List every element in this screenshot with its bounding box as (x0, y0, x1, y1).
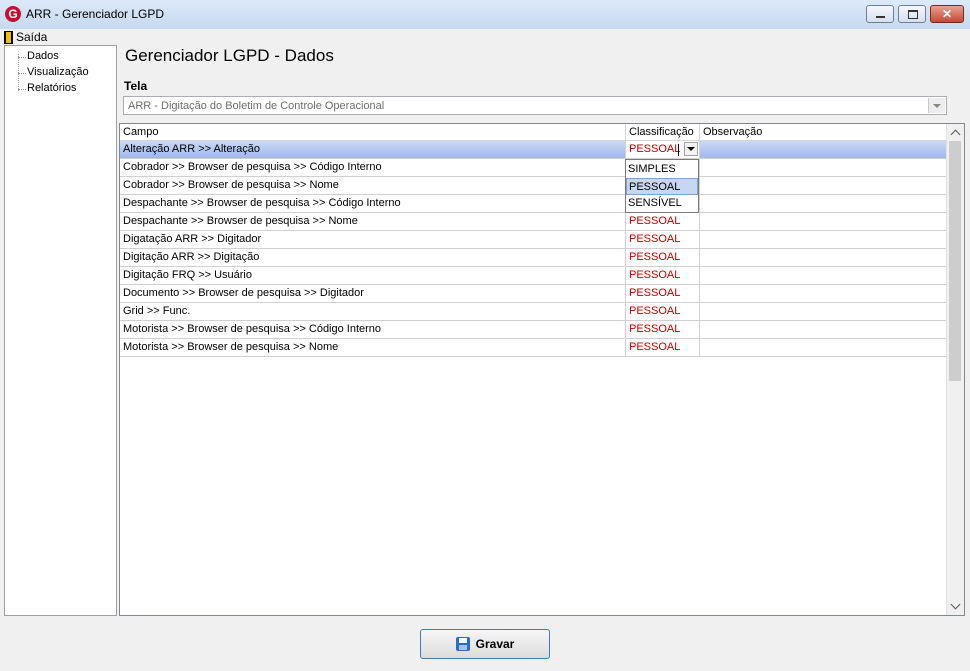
campo-cell[interactable]: Grid >> Func. (120, 303, 626, 321)
table-row[interactable]: Documento >> Browser de pesquisa >> Digi… (120, 285, 948, 303)
classificacao-editor-value: PESSOAL (629, 143, 681, 155)
classificacao-dropdown-list: SIMPLES PESSOAL SENSÍVEL (625, 159, 699, 213)
table-row[interactable]: Cobrador >> Browser de pesquisa >> Códig… (120, 159, 948, 177)
maximize-icon (908, 10, 918, 19)
table-row[interactable]: Digitação FRQ >> Usuário PESSOAL (120, 267, 948, 285)
tree-item-relatorios[interactable]: Relatórios (27, 82, 77, 94)
text-caret (678, 144, 679, 156)
observacao-cell[interactable] (700, 303, 948, 321)
classificacao-cell[interactable]: PESSOAL (626, 249, 700, 267)
tela-select-value: ARR - Digitação do Boletim de Controle O… (128, 100, 385, 112)
classificacao-cell[interactable]: PESSOAL (626, 267, 700, 285)
column-header-classificacao[interactable]: Classificação (626, 124, 700, 141)
close-icon: ✕ (941, 7, 953, 21)
campo-cell[interactable]: Motorista >> Browser de pesquisa >> Nome (120, 339, 626, 357)
observacao-cell[interactable] (700, 267, 948, 285)
observacao-cell[interactable] (700, 195, 948, 213)
menu-exit[interactable]: Saída (4, 29, 47, 45)
scroll-down-button[interactable] (947, 598, 964, 615)
observacao-cell[interactable] (700, 213, 948, 231)
classificacao-cell[interactable]: PESSOAL (626, 321, 700, 339)
table-row[interactable]: Motorista >> Browser de pesquisa >> Códi… (120, 321, 948, 339)
observacao-cell[interactable] (700, 249, 948, 267)
tree-connector (18, 57, 26, 58)
table-row[interactable]: Digitação ARR >> Digitação PESSOAL (120, 249, 948, 267)
table-row-selected[interactable]: Alteração ARR >> Alteração PESSOAL (120, 141, 948, 159)
navigation-tree: Dados Visualização Relatórios (4, 45, 117, 616)
tela-select-button[interactable] (928, 98, 945, 113)
exit-door-icon (4, 30, 13, 44)
campo-cell[interactable]: Digatação ARR >> Digitador (120, 231, 626, 249)
observacao-cell[interactable] (700, 321, 948, 339)
observacao-cell[interactable] (700, 339, 948, 357)
observacao-cell[interactable] (700, 177, 948, 195)
campo-cell[interactable]: Digitação ARR >> Digitação (120, 249, 626, 267)
classificacao-cell[interactable]: PESSOAL (626, 213, 700, 231)
campo-cell[interactable]: Alteração ARR >> Alteração (120, 141, 626, 159)
campo-cell[interactable]: Despachante >> Browser de pesquisa >> No… (120, 213, 626, 231)
chevron-down-icon (950, 599, 961, 610)
app-logo-icon: G (5, 6, 21, 22)
column-header-observacao[interactable]: Observação (700, 124, 948, 141)
classificacao-editor[interactable]: PESSOAL (626, 141, 700, 159)
classificacao-cell[interactable]: PESSOAL (626, 339, 700, 357)
table-row[interactable]: Cobrador >> Browser de pesquisa >> Nome (120, 177, 948, 195)
observacao-cell[interactable] (700, 285, 948, 303)
observacao-cell[interactable] (700, 159, 948, 177)
table-row[interactable]: Motorista >> Browser de pesquisa >> Nome… (120, 339, 948, 357)
tree-connector (18, 73, 26, 74)
save-button-label: Gravar (475, 637, 515, 651)
save-button[interactable]: Gravar (420, 629, 550, 659)
campo-cell[interactable]: Documento >> Browser de pesquisa >> Digi… (120, 285, 626, 303)
observacao-cell[interactable] (700, 231, 948, 249)
menu-bar: Saída (0, 29, 970, 45)
page-title: Gerenciador LGPD - Dados (125, 46, 334, 65)
classificacao-cell[interactable]: PESSOAL (626, 285, 700, 303)
title-bar: G ARR - Gerenciador LGPD ✕ (0, 0, 970, 30)
scroll-up-button[interactable] (947, 124, 964, 141)
classificacao-cell[interactable]: PESSOAL (626, 303, 700, 321)
column-header-campo[interactable]: Campo (120, 124, 626, 141)
window-title: ARR - Gerenciador LGPD (26, 7, 165, 21)
chevron-down-icon (933, 104, 941, 108)
maximize-button[interactable] (898, 5, 926, 23)
tree-item-dados[interactable]: Dados (27, 50, 59, 62)
tree-connector (18, 89, 26, 90)
chevron-down-icon (687, 147, 695, 151)
close-button[interactable]: ✕ (930, 5, 964, 23)
classificacao-cell[interactable]: PESSOAL (626, 231, 700, 249)
table-row[interactable]: Digatação ARR >> Digitador PESSOAL (120, 231, 948, 249)
classificacao-dropdown-button[interactable] (684, 142, 698, 156)
fields-grid: Campo Classificação Observação Alteração… (119, 123, 965, 616)
campo-cell[interactable]: Digitação FRQ >> Usuário (120, 267, 626, 285)
table-row[interactable]: Despachante >> Browser de pesquisa >> Có… (120, 195, 948, 213)
minimize-button[interactable] (866, 5, 894, 23)
campo-cell[interactable]: Cobrador >> Browser de pesquisa >> Nome (120, 177, 626, 195)
chevron-up-icon (950, 129, 961, 140)
tela-select[interactable]: ARR - Digitação do Boletim de Controle O… (123, 96, 947, 115)
table-row[interactable]: Grid >> Func. PESSOAL (120, 303, 948, 321)
menu-exit-label: Saída (16, 30, 48, 44)
scrollbar-thumb[interactable] (949, 141, 961, 381)
grid-vertical-scrollbar[interactable] (946, 124, 964, 615)
campo-cell[interactable]: Motorista >> Browser de pesquisa >> Códi… (120, 321, 626, 339)
observacao-cell[interactable] (700, 141, 948, 159)
campo-cell[interactable]: Cobrador >> Browser de pesquisa >> Códig… (120, 159, 626, 177)
campo-cell[interactable]: Despachante >> Browser de pesquisa >> Có… (120, 195, 626, 213)
dropdown-option-simples[interactable]: SIMPLES (626, 161, 698, 178)
floppy-disk-icon (455, 637, 470, 651)
dropdown-option-sensivel[interactable]: SENSÍVEL (626, 195, 698, 212)
tree-item-visualizacao[interactable]: Visualização (27, 66, 89, 78)
tela-label: Tela (124, 79, 148, 93)
minimize-icon (876, 16, 885, 18)
dropdown-option-pessoal[interactable]: PESSOAL (626, 178, 698, 195)
table-row[interactable]: Despachante >> Browser de pesquisa >> No… (120, 213, 948, 231)
